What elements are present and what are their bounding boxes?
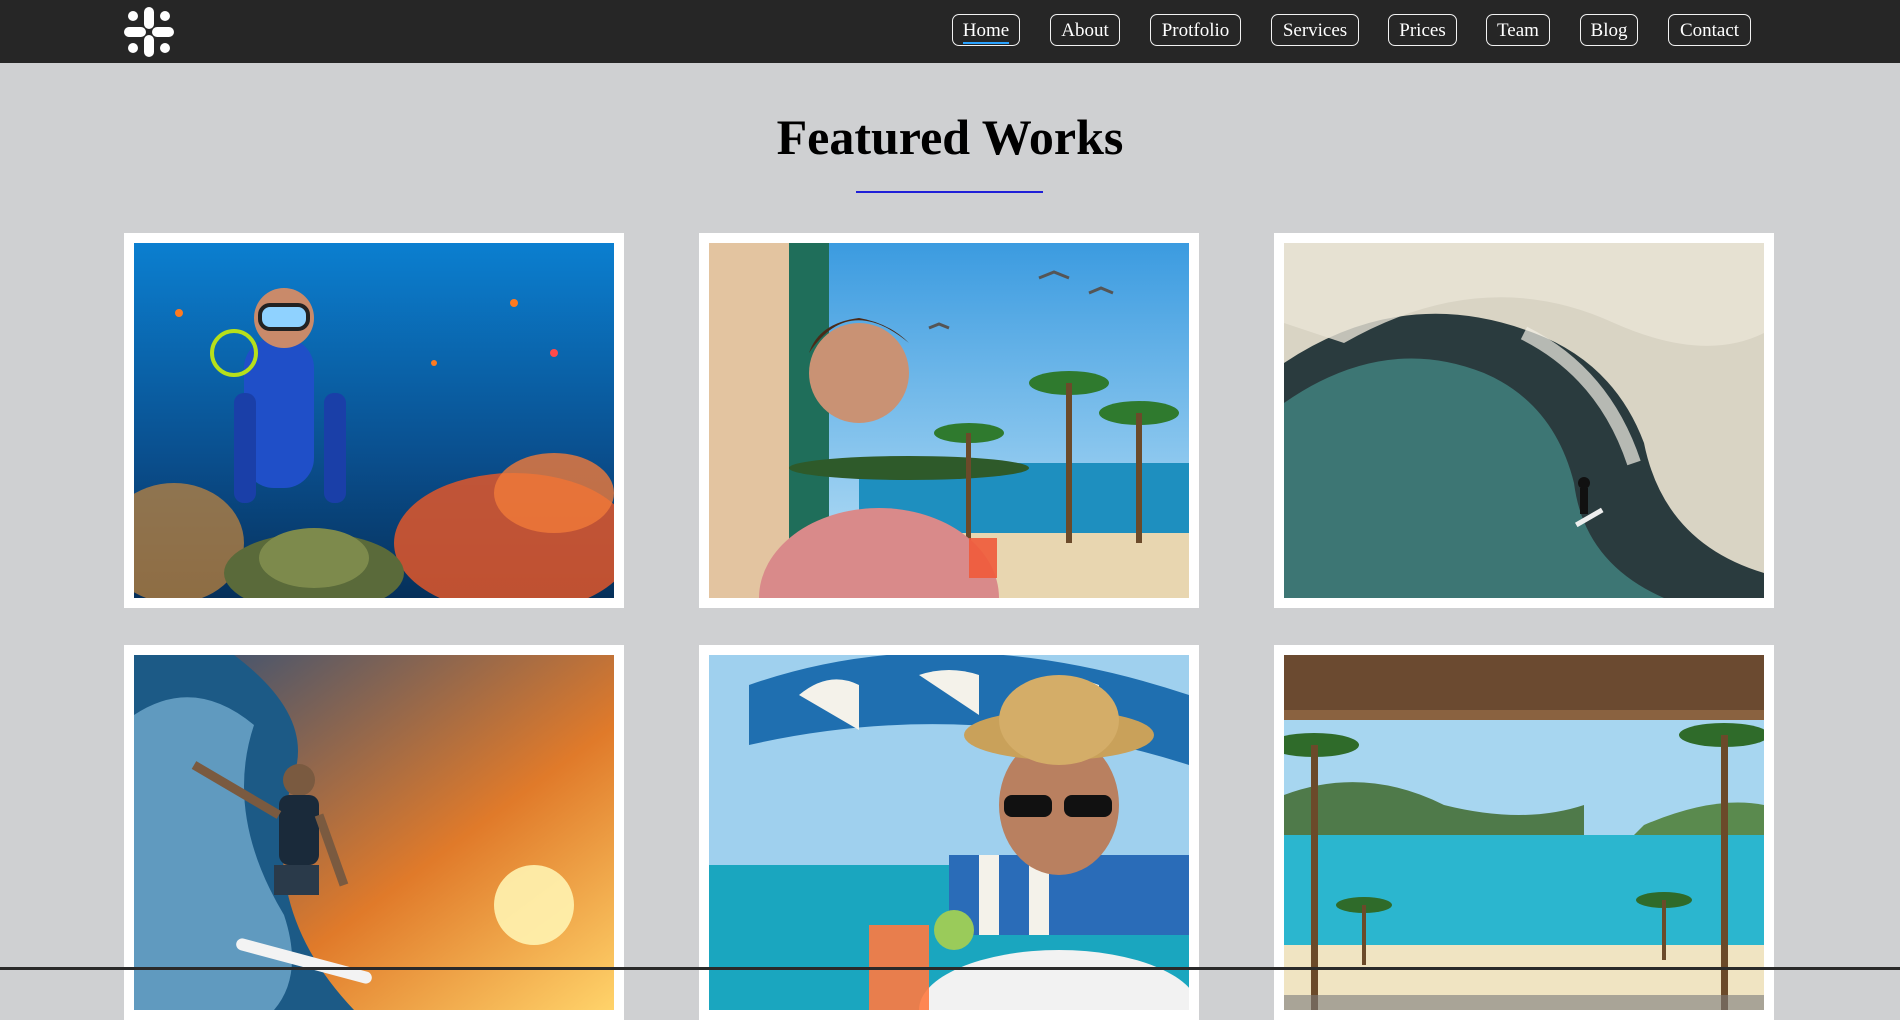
nav-blog-label: Blog [1590, 20, 1628, 41]
giant-wave-surfer-image [1284, 243, 1764, 598]
nav-services[interactable]: Services [1271, 14, 1359, 46]
nav-home[interactable]: Home [952, 14, 1020, 46]
nav-about-label: About [1061, 20, 1109, 41]
nav-services-label: Services [1282, 20, 1348, 41]
nav-prices[interactable]: Prices [1388, 14, 1457, 46]
nav-team[interactable]: Team [1486, 14, 1550, 46]
nav-about[interactable]: About [1050, 14, 1120, 46]
title-underline [856, 191, 1043, 193]
nav-contact-label: Contact [1679, 20, 1740, 41]
main-nav: Home About Protfolio Services Prices Tea… [0, 14, 1900, 50]
nav-prices-label: Prices [1399, 20, 1446, 41]
surfer-sunset-image [134, 655, 614, 1010]
tropical-bay-image [1284, 655, 1764, 1010]
nav-contact[interactable]: Contact [1668, 14, 1751, 46]
gallery-card-4[interactable] [124, 645, 624, 1020]
gallery-card-2[interactable] [699, 233, 1199, 608]
section-title: Featured Works [776, 109, 1124, 165]
nav-team-label: Team [1497, 20, 1539, 41]
nav-blog[interactable]: Blog [1580, 14, 1638, 46]
gallery-card-3[interactable] [1274, 233, 1774, 608]
scuba-diver-image [134, 243, 614, 598]
gallery-card-5[interactable] [699, 645, 1199, 1020]
gallery-card-6[interactable] [1274, 645, 1774, 1020]
nav-portfolio[interactable]: Protfolio [1150, 14, 1241, 46]
top-navigation-bar: Home About Protfolio Services Prices Tea… [0, 0, 1900, 63]
man-beach-balcony-image [709, 243, 1189, 598]
gallery-card-1[interactable] [124, 233, 624, 608]
nav-portfolio-label: Protfolio [1161, 20, 1230, 41]
man-straw-hat-image [709, 655, 1189, 1010]
nav-home-label: Home [962, 20, 1010, 44]
